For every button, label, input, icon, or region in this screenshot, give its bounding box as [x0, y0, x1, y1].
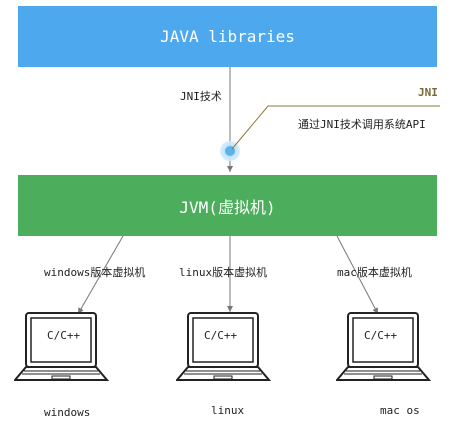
windows-os-label: windows [44, 406, 91, 419]
linux-vm-label: linux版本虚拟机 [179, 266, 268, 279]
jvm-box: JVM(虚拟机) [18, 175, 437, 236]
jvm-label: JVM(虚拟机) [179, 197, 276, 217]
windows-vm-label: windows版本虚拟机 [44, 266, 146, 279]
jni-callout-text: 通过JNI技术调用系统API [298, 118, 426, 131]
jni-callout-title: JNI [418, 86, 438, 99]
mac-vm-label: mac版本虚拟机 [337, 266, 412, 279]
mac-os-label: mac os [380, 404, 420, 417]
linux-os-label: linux [211, 404, 245, 417]
java-libraries-label: JAVA libraries [160, 27, 295, 46]
mac-laptop-icon: C/C++ [334, 310, 432, 386]
windows-screen-text: C/C++ [47, 329, 81, 342]
windows-laptop-icon: C/C++ [12, 310, 110, 386]
linux-screen-text: C/C++ [204, 329, 238, 342]
mac-screen-text: C/C++ [364, 329, 398, 342]
java-libraries-box: JAVA libraries [18, 6, 437, 67]
linux-laptop-icon: C/C++ [174, 310, 272, 386]
jni-arrow-label: JNI技术 [180, 90, 222, 103]
